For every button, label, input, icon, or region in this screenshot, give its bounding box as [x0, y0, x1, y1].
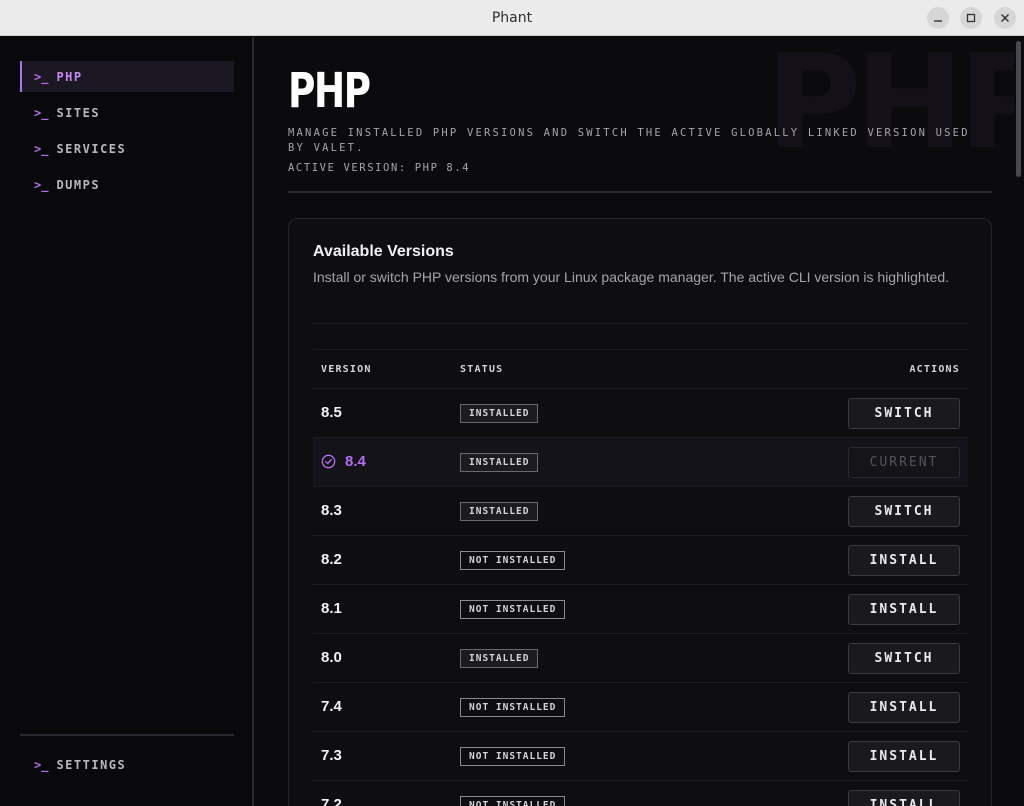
install-button[interactable]: INSTALL — [848, 790, 960, 806]
maximize-icon — [966, 13, 976, 23]
table-row: 8.0 INSTALLED SWITCH — [313, 633, 968, 682]
column-header-version: VERSION — [321, 364, 372, 375]
version-cell: 8.2 — [321, 551, 342, 568]
card-subtitle: Install or switch PHP versions from your… — [313, 269, 950, 285]
version-cell: 7.4 — [321, 698, 342, 715]
table-row: 8.2 NOT INSTALLED INSTALL — [313, 535, 968, 584]
close-button[interactable] — [994, 7, 1016, 29]
switch-button[interactable]: SWITCH — [848, 643, 960, 674]
status-badge: INSTALLED — [460, 404, 539, 423]
table-row: 8.3 INSTALLED SWITCH — [313, 486, 968, 535]
sidebar-item-dumps[interactable]: >_ DUMPS — [20, 169, 234, 200]
install-button[interactable]: INSTALL — [848, 545, 960, 576]
versions-card: Available Versions Install or switch PHP… — [288, 218, 992, 806]
table-row: 7.4 NOT INSTALLED INSTALL — [313, 682, 968, 731]
column-header-status: STATUS — [460, 364, 504, 375]
table-row: 7.3 NOT INSTALLED INSTALL — [313, 731, 968, 780]
scrollbar-thumb[interactable] — [1016, 41, 1021, 177]
switch-button[interactable]: SWITCH — [848, 496, 960, 527]
status-badge: INSTALLED — [460, 453, 539, 472]
column-header-actions: ACTIONS — [909, 364, 960, 375]
status-badge: NOT INSTALLED — [460, 698, 566, 717]
status-badge: NOT INSTALLED — [460, 551, 566, 570]
sidebar-item-sites[interactable]: >_ SITES — [20, 97, 234, 128]
status-badge: NOT INSTALLED — [460, 747, 566, 766]
main-content: PHP PHP MANAGE INSTALLED PHP VERSIONS AN… — [256, 37, 1014, 806]
table-row: 7.2 NOT INSTALLED INSTALL — [313, 780, 968, 806]
status-badge: NOT INSTALLED — [460, 600, 566, 619]
sidebar-item-settings[interactable]: >_ SETTINGS — [20, 749, 234, 780]
install-button[interactable]: INSTALL — [848, 692, 960, 723]
table-row: 8.1 NOT INSTALLED INSTALL — [313, 584, 968, 633]
version-cell: 8.5 — [321, 404, 342, 421]
status-badge: NOT INSTALLED — [460, 796, 566, 806]
title-bar: Phant — [0, 0, 1024, 36]
active-version-label: ACTIVE VERSION: PHP 8.4 — [288, 162, 471, 174]
version-cell: 8.1 — [321, 600, 342, 617]
main-scrollbar[interactable] — [1014, 37, 1024, 806]
sidebar-item-php[interactable]: >_ PHP — [20, 61, 234, 92]
minimize-icon — [934, 20, 942, 22]
close-icon — [1001, 14, 1009, 22]
switch-button[interactable]: SWITCH — [848, 398, 960, 429]
minimize-button[interactable] — [927, 7, 949, 29]
status-badge: INSTALLED — [460, 649, 539, 668]
version-cell: 7.3 — [321, 747, 342, 764]
version-cell: 8.0 — [321, 649, 342, 666]
sidebar-item-label: SETTINGS — [56, 757, 127, 772]
version-cell: 8.3 — [321, 502, 342, 519]
prompt-icon: >_ — [34, 757, 49, 772]
table-header: VERSION STATUS ACTIONS — [313, 349, 968, 389]
page-title: PHP — [288, 63, 371, 119]
check-circle-icon — [321, 454, 336, 469]
table-row-current: 8.4 INSTALLED CURRENT — [313, 437, 968, 486]
sidebar-item-services[interactable]: >_ SERVICES — [20, 133, 234, 164]
table-row: 8.5 INSTALLED SWITCH — [313, 388, 968, 437]
prompt-icon: >_ — [34, 141, 49, 156]
prompt-icon: >_ — [34, 105, 49, 120]
sidebar-item-label: DUMPS — [56, 177, 101, 192]
current-button[interactable]: CURRENT — [848, 447, 960, 478]
window-title: Phant — [491, 10, 533, 26]
sidebar-divider — [20, 734, 234, 736]
prompt-icon: >_ — [34, 177, 49, 192]
version-cell: 8.4 — [345, 453, 366, 470]
version-cell: 7.2 — [321, 796, 342, 806]
card-title: Available Versions — [313, 243, 454, 260]
sidebar-item-label: SITES — [56, 105, 101, 120]
sidebar: >_ PHP >_ SITES >_ SERVICES >_ DUMPS >_ … — [0, 37, 254, 806]
header-divider — [288, 191, 992, 193]
install-button[interactable]: INSTALL — [848, 594, 960, 625]
maximize-button[interactable] — [960, 7, 982, 29]
install-button[interactable]: INSTALL — [848, 741, 960, 772]
prompt-icon: >_ — [34, 69, 49, 84]
sidebar-item-label: SERVICES — [56, 141, 127, 156]
card-divider — [313, 323, 968, 324]
sidebar-item-label: PHP — [56, 69, 83, 84]
page-description: MANAGE INSTALLED PHP VERSIONS AND SWITCH… — [288, 127, 970, 154]
status-badge: INSTALLED — [460, 502, 539, 521]
